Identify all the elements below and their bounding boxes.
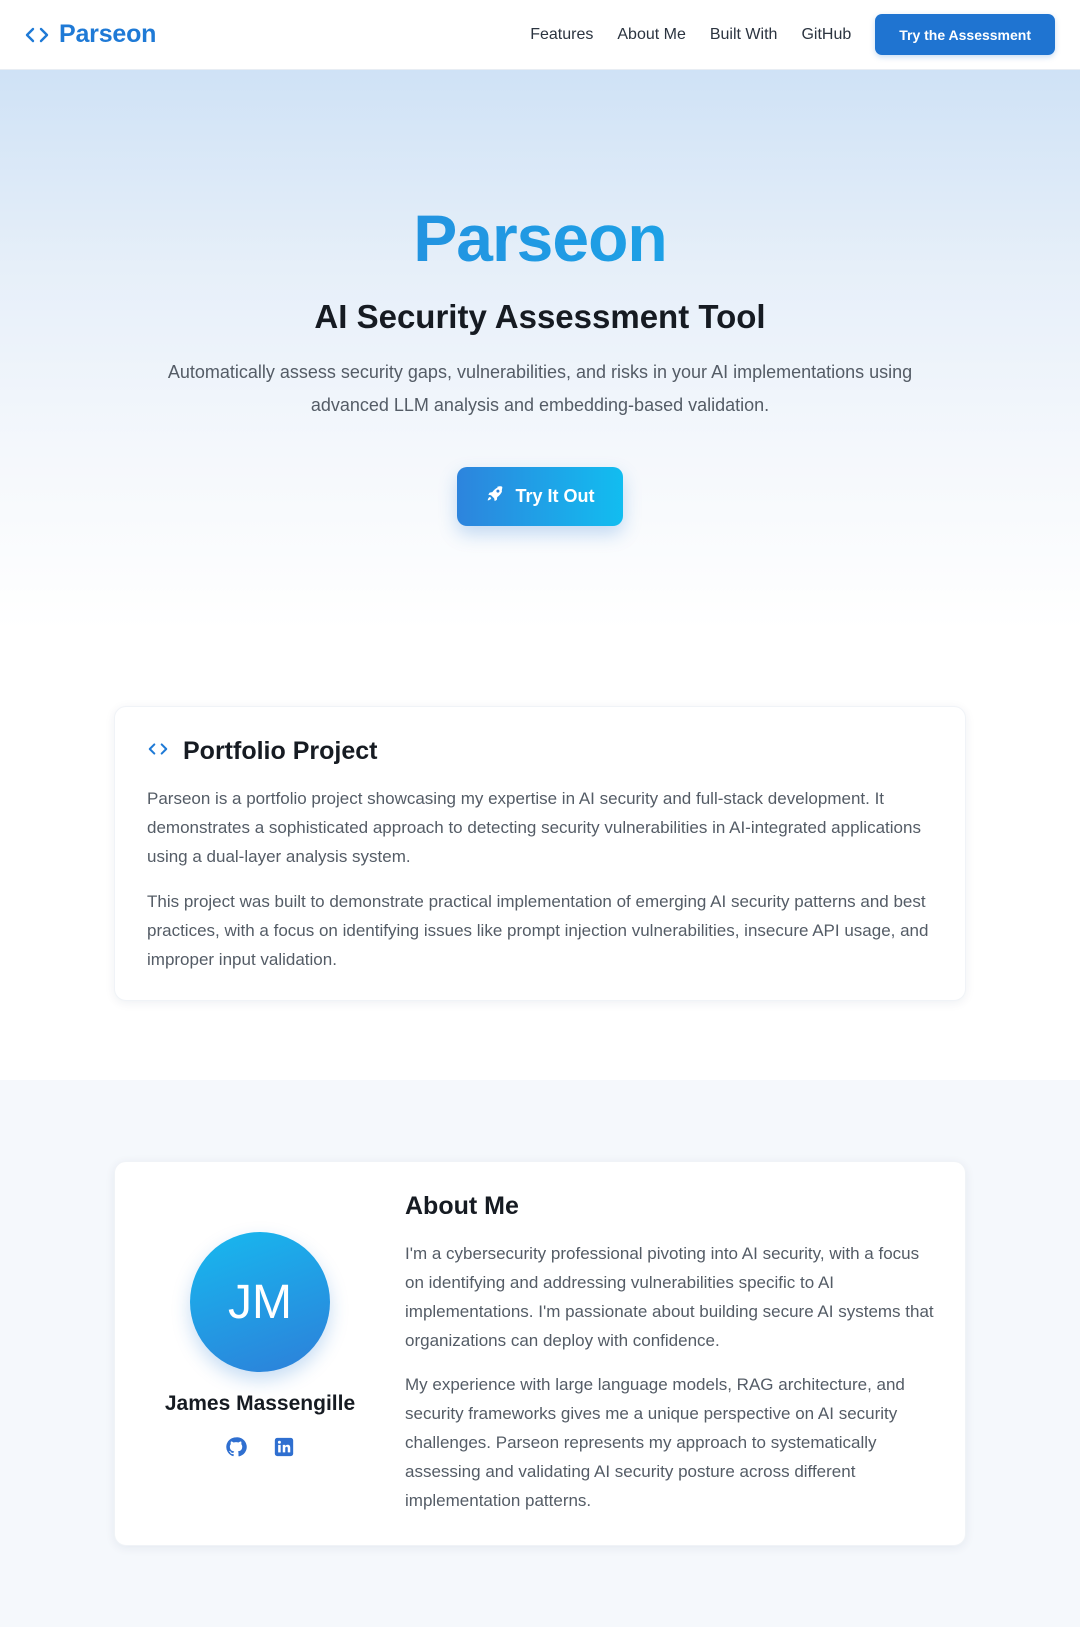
portfolio-card: Portfolio Project Parseon is a portfolio… [114, 706, 966, 1001]
social-links [145, 1436, 375, 1458]
hero-description: Automatically assess security gaps, vuln… [167, 362, 913, 415]
try-it-out-button[interactable]: Try It Out [457, 467, 623, 526]
github-icon[interactable] [225, 1436, 247, 1458]
hero-title: Parseon [0, 200, 1080, 276]
about-paragraph: My experience with large language models… [405, 1375, 905, 1510]
portfolio-paragraph: This project was built to demonstrate pr… [147, 892, 929, 969]
portfolio-header: Portfolio Project [147, 737, 933, 766]
nav-link-github[interactable]: GitHub [801, 26, 851, 44]
about-text: About Me I'm a cybersecurity professiona… [405, 1192, 935, 1530]
rocket-icon [485, 484, 505, 509]
nav-link-features[interactable]: Features [530, 26, 593, 44]
about-title: About Me [405, 1192, 519, 1220]
about-card: JM James Massengille About Me I'm a cybe… [114, 1161, 966, 1546]
hero-subtitle: AI Security Assessment Tool [314, 298, 766, 335]
avatar: JM [190, 1232, 330, 1372]
code-brackets-icon [147, 738, 169, 765]
nav-link-about-me[interactable]: About Me [617, 26, 685, 44]
brand-name: Parseon [59, 20, 157, 48]
linkedin-icon[interactable] [273, 1436, 295, 1458]
hero-section: Parseon AI Security Assessment Tool Auto… [0, 70, 1080, 630]
try-assessment-button[interactable]: Try the Assessment [875, 14, 1055, 55]
navbar: Parseon Features About Me Built With Git… [0, 0, 1080, 70]
nav-link-built-with[interactable]: Built With [710, 26, 778, 44]
person-name: James Massengille [164, 1392, 356, 1415]
try-it-out-label: Try It Out [515, 486, 595, 506]
brand-logo[interactable]: Parseon [25, 20, 156, 49]
nav-links: Features About Me Built With GitHub Try … [530, 14, 1055, 55]
portfolio-paragraph: Parseon is a portfolio project showcasin… [147, 789, 921, 866]
code-brackets-icon [25, 23, 49, 47]
portfolio-title: Portfolio Project [183, 737, 378, 765]
about-paragraph: I'm a cybersecurity professional pivotin… [405, 1244, 934, 1350]
